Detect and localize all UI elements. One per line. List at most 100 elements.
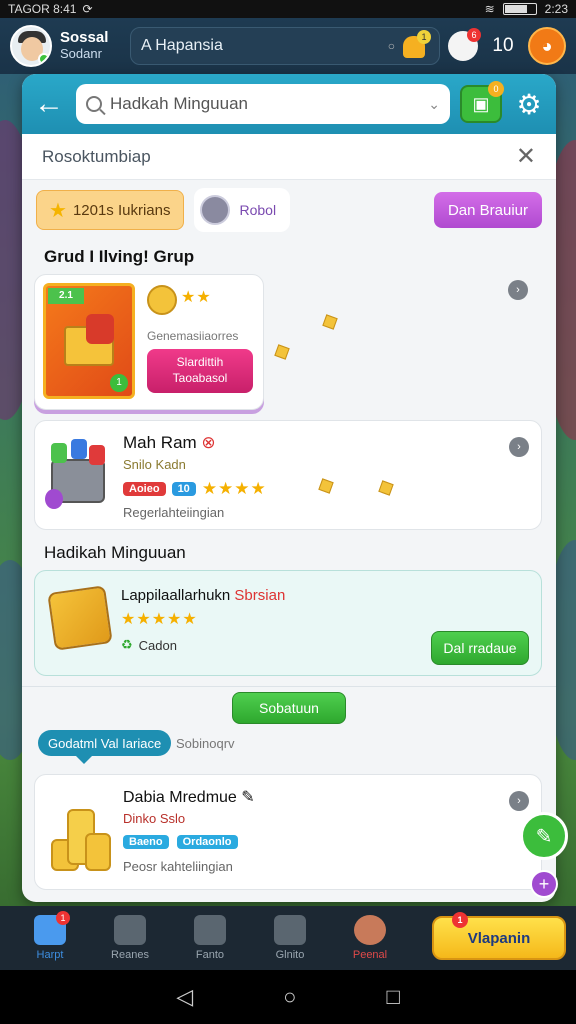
card4-tags: Baeno Ordaonlo: [123, 835, 238, 849]
add-fab-icon[interactable]: +: [530, 870, 558, 898]
card3-title: Lappilaallarhukn Sbrsian: [121, 587, 286, 604]
search-placeholder: Hadkah Minguuan: [110, 94, 248, 113]
robot-chip-label: Robol: [239, 202, 277, 218]
card4-title: Dabia Mredmue ✎: [123, 789, 255, 806]
top-bar: Sossal Sodanr A Hapansia ○ 1 6 10 ◕: [0, 18, 576, 74]
bell-badge: 1: [417, 30, 431, 44]
star-chip-label: 1201s Iukrians: [72, 201, 171, 219]
nav-item-glnito[interactable]: Glnito: [250, 915, 330, 961]
bottom-nav: 1 Harpt Reanes Fanto Glnito Peenal 1 Vla…: [0, 906, 576, 970]
main-panel: ← Hadkah Minguuan ⌄ ▣ 0 ⚙ Rosoktumbiap ✕…: [22, 74, 556, 902]
card1-subtitle: Genemasiiaorres: [147, 329, 239, 343]
card2-subtitle: Snilo Kadn: [123, 457, 186, 472]
nav-label-reanes: Reanes: [111, 949, 149, 961]
nav-item-reanes[interactable]: Reanes: [90, 915, 170, 961]
card3-action-button[interactable]: Dal rradaue: [431, 631, 529, 665]
nav-item-fanto[interactable]: Fanto: [170, 915, 250, 961]
nav-label-fanto: Fanto: [195, 949, 225, 961]
weekly-reward-card[interactable]: Lappilaallarhukn Sbrsian ★★★★★ ♻ Cadon Da…: [34, 570, 542, 676]
more-icon[interactable]: ›: [509, 791, 529, 811]
cta-yellow-button[interactable]: 1 Vlapanin: [432, 912, 566, 960]
cta-label: Vlapanin: [467, 929, 531, 947]
camera-icon: [114, 915, 146, 945]
more-icon[interactable]: ›: [509, 437, 529, 457]
coin-icon: [322, 314, 338, 330]
card2-tag-red: Aoieo: [123, 482, 166, 496]
subheader: Rosoktumbiap ✕: [22, 134, 556, 180]
system-home-icon[interactable]: ○: [283, 984, 296, 1010]
system-nav-bar: ◁ ○ □: [0, 970, 576, 1024]
top-search-text: A Hapansia: [141, 37, 223, 54]
tooltip-label: Godatml Val Iariace: [48, 735, 162, 751]
featured-gift-card[interactable]: 2.1 1 ★★ Genemasiiaorres Slardittih Taoa…: [34, 274, 264, 410]
gift-corner-badge: 1: [110, 374, 128, 392]
sync-icon: ⟳: [82, 2, 93, 16]
menu-orange-button[interactable]: ◕: [528, 27, 566, 65]
subheader-title: Rosoktumbiap: [42, 146, 151, 166]
home-icon: 1: [34, 911, 70, 945]
card2-title: Mah Ram ⊗: [123, 433, 216, 452]
tooltip-side-text: Sobinoqrv: [176, 736, 235, 751]
back-arrow-icon[interactable]: ←: [32, 87, 66, 121]
card1-button-line1: Slardittih: [176, 355, 224, 369]
robot-chip[interactable]: Robol: [193, 188, 291, 232]
chevron-down-icon[interactable]: ⌄: [428, 96, 440, 113]
inbox-button[interactable]: ▣ 0: [460, 81, 504, 123]
gift-card-2[interactable]: Mah Ram ⊗ Snilo Kadn Aoieo 10 ★★★★ Reger…: [34, 420, 542, 530]
panel-header: ← Hadkah Minguuan ⌄ ▣ 0 ⚙: [22, 74, 556, 134]
search-bar[interactable]: Hadkah Minguuan ⌄: [76, 84, 450, 124]
coin-stack-image: [45, 789, 115, 877]
system-recents-icon[interactable]: □: [386, 984, 399, 1010]
card4-footer: Peosr kahteliingian: [123, 859, 233, 874]
gem-basket-image: [45, 437, 111, 513]
nav-label-peenal: Peenal: [352, 949, 388, 961]
gift-ribbon: 2.1: [48, 288, 84, 304]
notification-icon[interactable]: 6: [448, 28, 481, 61]
robot-avatar-icon: [199, 195, 230, 225]
coin-icon: [274, 344, 290, 360]
system-back-icon[interactable]: ◁: [176, 984, 193, 1010]
gear-icon[interactable]: ⚙: [512, 87, 546, 121]
paw-icon: [194, 915, 226, 945]
section-title-1: Grud I Ilving! Grup: [44, 247, 195, 266]
chat-fab-icon[interactable]: ✎: [520, 812, 568, 860]
nav-item-peenal[interactable]: Peenal: [330, 915, 410, 961]
profile-avatar-icon: [354, 915, 386, 945]
nav-label-home: Harpt: [36, 949, 64, 961]
center-green-button[interactable]: Sobatuun: [232, 692, 346, 724]
card1-claim-button[interactable]: Slardittih Taoabasol: [147, 349, 253, 393]
card2-tag-blue: 10: [171, 482, 196, 496]
card4-tag-blue: Baeno: [123, 835, 169, 849]
status-right-text: 2:23: [544, 2, 568, 16]
card3-meta: ♻ Cadon: [121, 637, 177, 653]
card2-tags: Aoieo 10 ★★★★: [123, 479, 267, 499]
profile-text[interactable]: Sossal Sodanr: [60, 30, 122, 62]
bell-icon[interactable]: 1: [401, 30, 431, 60]
home-badge: 1: [56, 911, 70, 925]
status-left-text: TAGOR 8:41: [8, 2, 77, 16]
crate-image: [47, 585, 113, 651]
close-icon[interactable]: ✕: [516, 142, 536, 171]
rating-stars: ★★★★: [201, 479, 267, 498]
profile-sub: Sodanr: [60, 46, 102, 61]
more-icon[interactable]: ›: [508, 280, 528, 300]
rating-stars: ★★: [181, 289, 212, 306]
pink-action-button[interactable]: Dan Brauiur: [433, 192, 542, 228]
notification-badge: 6: [467, 28, 481, 42]
wifi-icon: ≋: [484, 2, 495, 16]
coin-reward-card[interactable]: Dabia Mredmue ✎ Dinko Sslo Baeno Ordaonl…: [34, 774, 542, 890]
nav-label-glnito: Glnito: [275, 949, 305, 961]
dice-icon: [274, 915, 306, 945]
card2-footer: Regerlahteiingian: [123, 505, 225, 520]
inbox-badge: 0: [488, 81, 504, 97]
top-count: 10: [492, 35, 514, 56]
chip-row: ★ 1201s Iukrians Robol Dan Brauiur: [22, 180, 556, 240]
recycle-icon: ♻: [121, 637, 133, 652]
card4-tag-blue2: Ordaonlo: [176, 835, 238, 849]
tooltip-arrow: [76, 756, 92, 764]
avatar[interactable]: [10, 25, 52, 67]
star-chip[interactable]: ★ 1201s Iukrians: [36, 190, 184, 230]
tooltip: Godatml Val Iariace: [38, 730, 172, 756]
nav-item-home[interactable]: 1 Harpt: [10, 911, 90, 961]
top-search-field[interactable]: A Hapansia ○ 1: [130, 27, 440, 65]
